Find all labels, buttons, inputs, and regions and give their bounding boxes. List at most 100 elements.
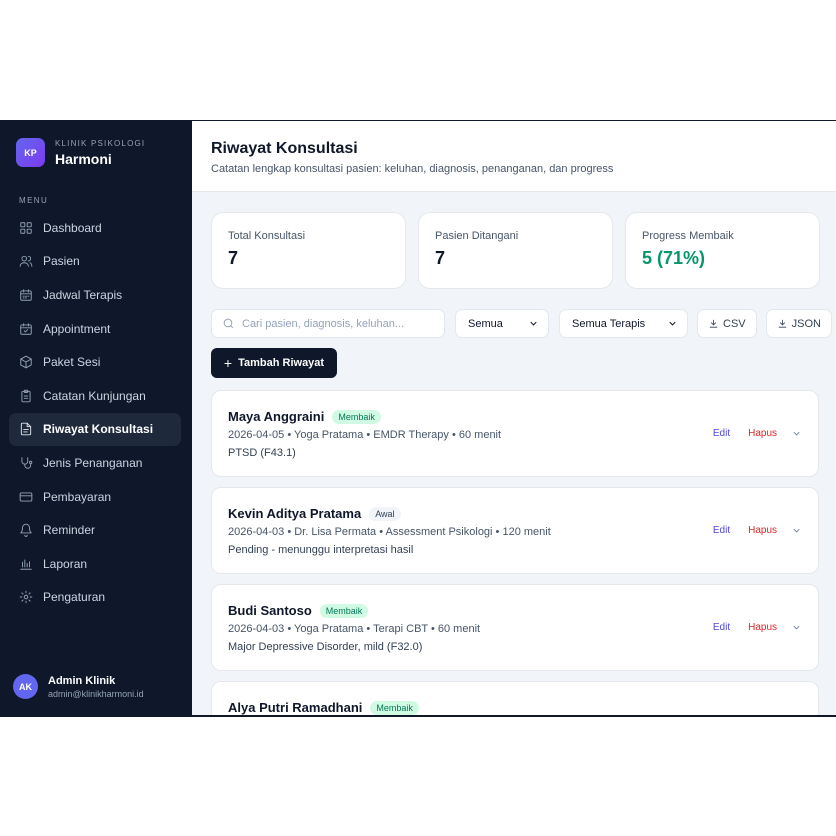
patient-name: Kevin Aditya Pratama bbox=[228, 506, 362, 521]
add-riwayat-button[interactable]: + Tambah Riwayat bbox=[211, 348, 337, 378]
stat-card-total-konsultasi: Total Konsultasi 7 bbox=[211, 212, 406, 289]
therapist-filter-select[interactable]: Semua Terapis bbox=[559, 309, 688, 338]
stat-label: Progress Membaik bbox=[642, 230, 734, 242]
edit-button[interactable]: Edit bbox=[713, 428, 730, 439]
page-subtitle: Catatan lengkap konsultasi pasien: keluh… bbox=[211, 163, 614, 175]
edit-button[interactable]: Edit bbox=[713, 525, 730, 536]
status-filter-select[interactable]: Semua bbox=[455, 309, 549, 338]
export-json-label: JSON bbox=[791, 317, 821, 330]
sidebar-item-label: Riwayat Konsultasi bbox=[43, 422, 154, 437]
sidebar-item-paket-sesi[interactable]: Paket Sesi bbox=[9, 345, 181, 379]
bell-icon bbox=[19, 523, 33, 537]
search-box[interactable] bbox=[211, 309, 445, 338]
stat-value: 7 bbox=[228, 248, 239, 268]
record-diagnosis: Major Depressive Disorder, mild (F32.0) bbox=[228, 641, 423, 653]
delete-button[interactable]: Hapus bbox=[748, 525, 777, 536]
filter-toolbar: Semua Semua Terapis CSV JSON bbox=[211, 309, 832, 338]
sidebar-item-appointment[interactable]: Appointment bbox=[9, 312, 181, 346]
sidebar-item-pasien[interactable]: Pasien bbox=[9, 245, 181, 279]
sidebar: KP KLINIK PSIKOLOGI Harmoni MENU Dashboa… bbox=[0, 121, 192, 716]
credit-card-icon bbox=[19, 490, 33, 504]
user-profile[interactable]: AK Admin Klinik admin@klinikharmoni.id bbox=[13, 674, 144, 699]
calendar-icon bbox=[19, 288, 33, 302]
sidebar-item-label: Pengaturan bbox=[43, 590, 106, 605]
status-badge: Membaik bbox=[370, 700, 419, 715]
patient-name: Maya Anggraini bbox=[228, 409, 325, 424]
calendar-check-icon bbox=[19, 322, 33, 336]
gear-icon bbox=[19, 590, 33, 604]
export-csv-label: CSV bbox=[723, 317, 746, 330]
brand-name: Harmoni bbox=[55, 150, 112, 167]
list-item[interactable]: Kevin Aditya Pratama Awal 2026-04-03 • D… bbox=[211, 487, 819, 574]
search-input[interactable] bbox=[242, 317, 432, 330]
download-icon bbox=[709, 319, 718, 328]
chevron-down-icon[interactable] bbox=[791, 428, 802, 439]
chevron-down-icon bbox=[669, 321, 676, 326]
delete-button[interactable]: Hapus bbox=[748, 428, 777, 439]
therapist-filter-value: Semua Terapis bbox=[572, 317, 646, 330]
search-icon bbox=[223, 318, 234, 329]
status-badge: Membaik bbox=[319, 603, 369, 618]
status-badge: Awal bbox=[369, 506, 401, 521]
plus-icon: + bbox=[223, 355, 233, 371]
users-icon bbox=[19, 254, 33, 268]
stat-card-progress-membaik: Progress Membaik 5 (71%) bbox=[625, 212, 820, 289]
sidebar-menu: Dashboard Pasien Jadwal Terapis Appointm… bbox=[9, 211, 181, 614]
sidebar-item-label: Pembayaran bbox=[43, 489, 112, 504]
stat-label: Pasien Ditangani bbox=[435, 230, 519, 242]
export-csv-button[interactable]: CSV bbox=[697, 309, 757, 338]
stats-row: Total Konsultasi 7 Pasien Ditangani 7 Pr… bbox=[211, 212, 820, 289]
record-list: Maya Anggraini Membaik 2026-04-05 • Yoga… bbox=[211, 390, 819, 716]
status-filter-value: Semua bbox=[468, 317, 503, 330]
package-icon bbox=[19, 355, 33, 369]
record-diagnosis: Pending - menunggu interpretasi hasil bbox=[228, 544, 414, 556]
stat-value: 7 bbox=[435, 248, 446, 268]
sidebar-item-label: Jadwal Terapis bbox=[43, 287, 123, 302]
file-text-icon bbox=[19, 422, 33, 436]
list-item[interactable]: Alya Putri Ramadhani Membaik bbox=[211, 681, 819, 716]
brand-logo: KP bbox=[16, 138, 45, 167]
delete-button[interactable]: Hapus bbox=[748, 622, 777, 633]
stat-card-pasien-ditangani: Pasien Ditangani 7 bbox=[418, 212, 613, 289]
sidebar-item-label: Paket Sesi bbox=[43, 355, 101, 370]
sidebar-item-laporan[interactable]: Laporan bbox=[9, 547, 181, 581]
stat-label: Total Konsultasi bbox=[228, 230, 306, 242]
edit-button[interactable]: Edit bbox=[713, 622, 730, 633]
page-header: Riwayat Konsultasi Catatan lengkap konsu… bbox=[192, 121, 836, 192]
main-content: Riwayat Konsultasi Catatan lengkap konsu… bbox=[192, 121, 836, 716]
brand-subtitle: KLINIK PSIKOLOGI bbox=[55, 138, 146, 148]
grid-icon bbox=[19, 221, 33, 235]
menu-section-label: MENU bbox=[19, 196, 49, 205]
sidebar-item-label: Catatan Kunjungan bbox=[43, 388, 146, 403]
sidebar-item-label: Dashboard bbox=[43, 220, 102, 235]
sidebar-item-label: Pasien bbox=[43, 254, 80, 269]
app-window: KP KLINIK PSIKOLOGI Harmoni MENU Dashboa… bbox=[0, 121, 836, 716]
patient-name: Alya Putri Ramadhani bbox=[228, 700, 363, 715]
add-riwayat-label: Tambah Riwayat bbox=[238, 357, 325, 369]
sidebar-item-jenis-penanganan[interactable]: Jenis Penanganan bbox=[9, 446, 181, 480]
sidebar-item-label: Reminder bbox=[43, 523, 96, 538]
export-json-button[interactable]: JSON bbox=[765, 309, 832, 338]
chevron-down-icon[interactable] bbox=[791, 622, 802, 633]
brand[interactable]: KP KLINIK PSIKOLOGI Harmoni bbox=[16, 138, 145, 167]
user-name: Admin Klinik bbox=[48, 674, 116, 687]
stethoscope-icon bbox=[19, 456, 33, 470]
record-diagnosis: PTSD (F43.1) bbox=[228, 447, 296, 459]
bar-chart-icon bbox=[19, 557, 33, 571]
list-item[interactable]: Budi Santoso Membaik 2026-04-03 • Yoga P… bbox=[211, 584, 819, 671]
stat-value: 5 (71%) bbox=[642, 248, 706, 268]
chevron-down-icon[interactable] bbox=[791, 525, 802, 536]
sidebar-item-pengaturan[interactable]: Pengaturan bbox=[9, 581, 181, 615]
clipboard-icon bbox=[19, 389, 33, 403]
sidebar-item-reminder[interactable]: Reminder bbox=[9, 513, 181, 547]
download-icon bbox=[778, 319, 786, 328]
sidebar-item-pembayaran[interactable]: Pembayaran bbox=[9, 480, 181, 514]
sidebar-item-riwayat-konsultasi[interactable]: Riwayat Konsultasi bbox=[9, 412, 181, 447]
patient-name: Budi Santoso bbox=[228, 603, 312, 618]
sidebar-item-label: Jenis Penanganan bbox=[43, 455, 143, 470]
sidebar-item-catatan-kunjungan[interactable]: Catatan Kunjungan bbox=[9, 379, 181, 413]
sidebar-item-dashboard[interactable]: Dashboard bbox=[9, 211, 181, 245]
sidebar-item-jadwal-terapis[interactable]: Jadwal Terapis bbox=[9, 278, 181, 312]
avatar: AK bbox=[13, 674, 38, 699]
list-item[interactable]: Maya Anggraini Membaik 2026-04-05 • Yoga… bbox=[211, 390, 819, 477]
